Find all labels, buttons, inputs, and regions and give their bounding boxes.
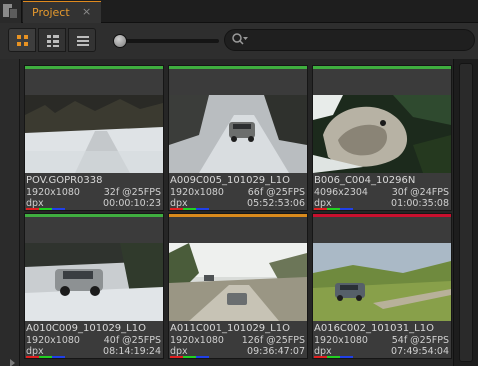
clip-timecode: 09:36:47:07 <box>247 346 305 357</box>
status-bar <box>313 66 451 69</box>
clip-timecode: 07:49:54:04 <box>391 346 449 357</box>
clip-thumbnail <box>313 95 451 173</box>
grid-large-icon <box>17 35 29 47</box>
clip-frames: 126f @25FPS <box>241 335 305 346</box>
rgb-indicator <box>26 356 66 358</box>
clip-thumbnail <box>25 243 163 321</box>
clip-thumbnail <box>313 243 451 321</box>
clip-name: POV.GOPR0338 <box>26 175 103 186</box>
rgb-indicator <box>314 356 354 358</box>
vertical-scrollbar[interactable] <box>453 59 478 366</box>
clip-resolution: 1920x1080 <box>170 187 224 198</box>
grid-small-icon <box>47 35 59 47</box>
status-bar <box>25 66 163 69</box>
clip-timecode: 01:00:35:08 <box>391 198 449 209</box>
clip-resolution: 1920x1080 <box>314 335 368 346</box>
clip-frames: 54f @25FPS <box>391 335 449 346</box>
panel-menu-icon[interactable] <box>0 0 22 23</box>
tab-bar: Project × <box>0 0 478 23</box>
tab-project[interactable]: Project × <box>23 1 101 23</box>
list-icon <box>77 35 89 47</box>
clip-resolution: 1920x1080 <box>170 335 224 346</box>
clip-frames: 32f @25FPS <box>103 187 161 198</box>
clip-resolution: 1920x1080 <box>26 335 80 346</box>
thumbnail-size-slider[interactable] <box>113 39 219 43</box>
clip-timecode: 00:00:10:23 <box>103 198 161 209</box>
small-grid-view-button[interactable] <box>38 28 66 52</box>
clip-card[interactable]: A016C002_101031_L1O 1920x1080 54f @25FPS… <box>312 213 452 359</box>
status-bar <box>313 214 451 217</box>
clip-thumbnail <box>169 95 307 173</box>
clip-frames: 40f @25FPS <box>103 335 161 346</box>
clip-name: A009C005_101029_L1O <box>170 175 290 186</box>
grid-view-button[interactable] <box>8 28 36 52</box>
status-bar <box>25 214 163 217</box>
clip-thumbnail <box>169 243 307 321</box>
clip-frames: 30f @24FPS <box>391 187 449 198</box>
clip-frames: 66f @25FPS <box>247 187 305 198</box>
list-view-button[interactable] <box>68 28 96 52</box>
search-icon[interactable] <box>231 32 249 48</box>
status-bar <box>169 214 307 217</box>
status-bar <box>169 66 307 69</box>
rgb-indicator <box>26 208 66 210</box>
tab-project-label: Project <box>32 6 70 19</box>
scrollbar-thumb[interactable] <box>459 63 473 362</box>
clip-card[interactable]: A009C005_101029_L1O 1920x1080 66f @25FPS… <box>168 65 308 211</box>
rgb-indicator <box>314 208 354 210</box>
clip-name: A010C009_101029_L1O <box>26 323 146 334</box>
clip-name: A016C002_101031_L1O <box>314 323 434 334</box>
clip-card[interactable]: A011C001_101029_L1O 1920x1080 126f @25FP… <box>168 213 308 359</box>
search-input[interactable] <box>224 29 475 51</box>
clip-name: B006_C004_10296N <box>314 175 416 186</box>
clip-timecode: 08:14:19:24 <box>103 346 161 357</box>
clip-card[interactable]: B006_C004_10296N 4096x2304 30f @24FPS dp… <box>312 65 452 211</box>
clip-resolution: 4096x2304 <box>314 187 368 198</box>
expand-arrow-icon[interactable] <box>10 359 15 366</box>
clip-timecode: 05:52:53:06 <box>247 198 305 209</box>
clip-thumbnail <box>25 95 163 173</box>
clip-name: A011C001_101029_L1O <box>170 323 290 334</box>
left-gutter <box>0 59 20 366</box>
clip-grid: POV.GOPR0338 1920x1080 32f @25FPS dpx 00… <box>21 59 453 366</box>
clip-card[interactable]: POV.GOPR0338 1920x1080 32f @25FPS dpx 00… <box>24 65 164 211</box>
clip-card[interactable]: A010C009_101029_L1O 1920x1080 40f @25FPS… <box>24 213 164 359</box>
clip-resolution: 1920x1080 <box>26 187 80 198</box>
rgb-indicator <box>170 208 210 210</box>
close-icon[interactable]: × <box>82 5 91 18</box>
slider-handle[interactable] <box>113 34 127 48</box>
rgb-indicator <box>170 356 210 358</box>
